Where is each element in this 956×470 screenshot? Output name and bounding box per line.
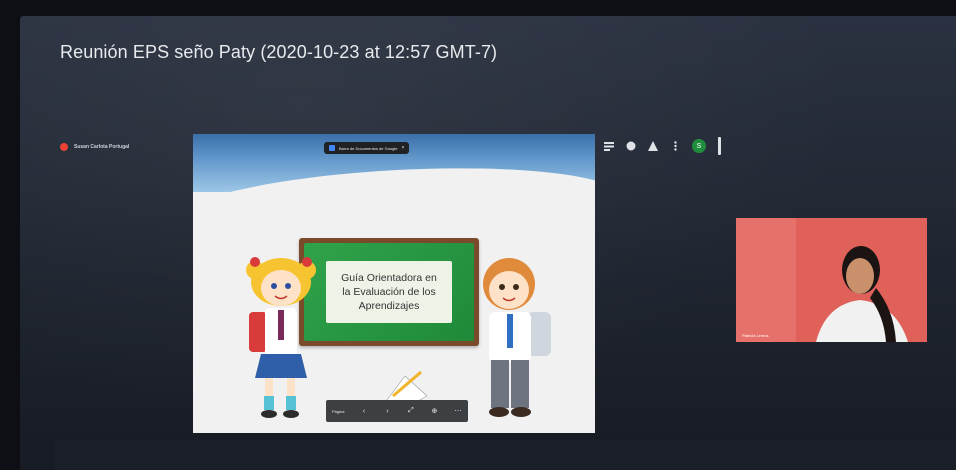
document-chip-label: Barra de Documentos de Google bbox=[339, 145, 398, 151]
participant-video bbox=[736, 218, 927, 342]
meeting-toolbar: S bbox=[604, 136, 721, 156]
boy-illustration bbox=[483, 258, 551, 417]
participant-video-tile[interactable]: Patricia Lemus bbox=[736, 218, 927, 342]
toolbar-divider bbox=[718, 137, 721, 155]
slide-title-line-1: Guía Orientadora en bbox=[341, 272, 437, 284]
chalkboard-surface: Guía Orientadora en la Evaluación de los… bbox=[304, 243, 474, 341]
slide-navigation-bar: Página ‹ › ⤢ ⊕ ⋯ bbox=[326, 400, 468, 422]
presenter-indicator: Susan Carlota Portugal bbox=[60, 140, 129, 154]
close-icon[interactable]: × bbox=[401, 145, 404, 151]
page-label: Página bbox=[332, 408, 345, 414]
user-avatar[interactable]: S bbox=[692, 139, 706, 153]
slide-title-line-3: Aprendizajes bbox=[358, 300, 420, 312]
slide-title-card: Guía Orientadora en la Evaluación de los… bbox=[326, 261, 452, 323]
slide-title: Guía Orientadora en la Evaluación de los… bbox=[330, 271, 448, 313]
meeting-title: Reunión EPS seño Paty (2020-10-23 at 12:… bbox=[60, 42, 498, 62]
zoom-icon[interactable]: ⊕ bbox=[430, 407, 438, 415]
presentation-slide: Barra de Documentos de Google × Guía Ori… bbox=[193, 134, 595, 433]
next-slide-icon[interactable]: › bbox=[383, 408, 391, 415]
girl-illustration bbox=[246, 257, 316, 418]
comment-icon[interactable] bbox=[626, 141, 636, 151]
slide-title-line-2: la Evaluación de los bbox=[342, 286, 436, 298]
chalkboard: Guía Orientadora en la Evaluación de los… bbox=[299, 238, 479, 346]
chat-icon[interactable] bbox=[604, 141, 614, 151]
recording-dot-icon bbox=[60, 143, 68, 151]
presenter-name: Susan Carlota Portugal bbox=[74, 144, 130, 150]
slide-more-icon[interactable]: ⋯ bbox=[454, 407, 462, 415]
more-icon[interactable] bbox=[670, 141, 680, 151]
previous-slide-icon[interactable]: ‹ bbox=[360, 408, 368, 415]
participant-name: Patricia Lemus bbox=[742, 333, 769, 338]
document-chip[interactable]: Barra de Documentos de Google × bbox=[324, 142, 410, 154]
people-icon[interactable] bbox=[648, 141, 658, 151]
fullscreen-icon[interactable]: ⤢ bbox=[407, 407, 415, 415]
bottom-bar bbox=[54, 440, 956, 470]
docs-icon bbox=[329, 145, 335, 151]
